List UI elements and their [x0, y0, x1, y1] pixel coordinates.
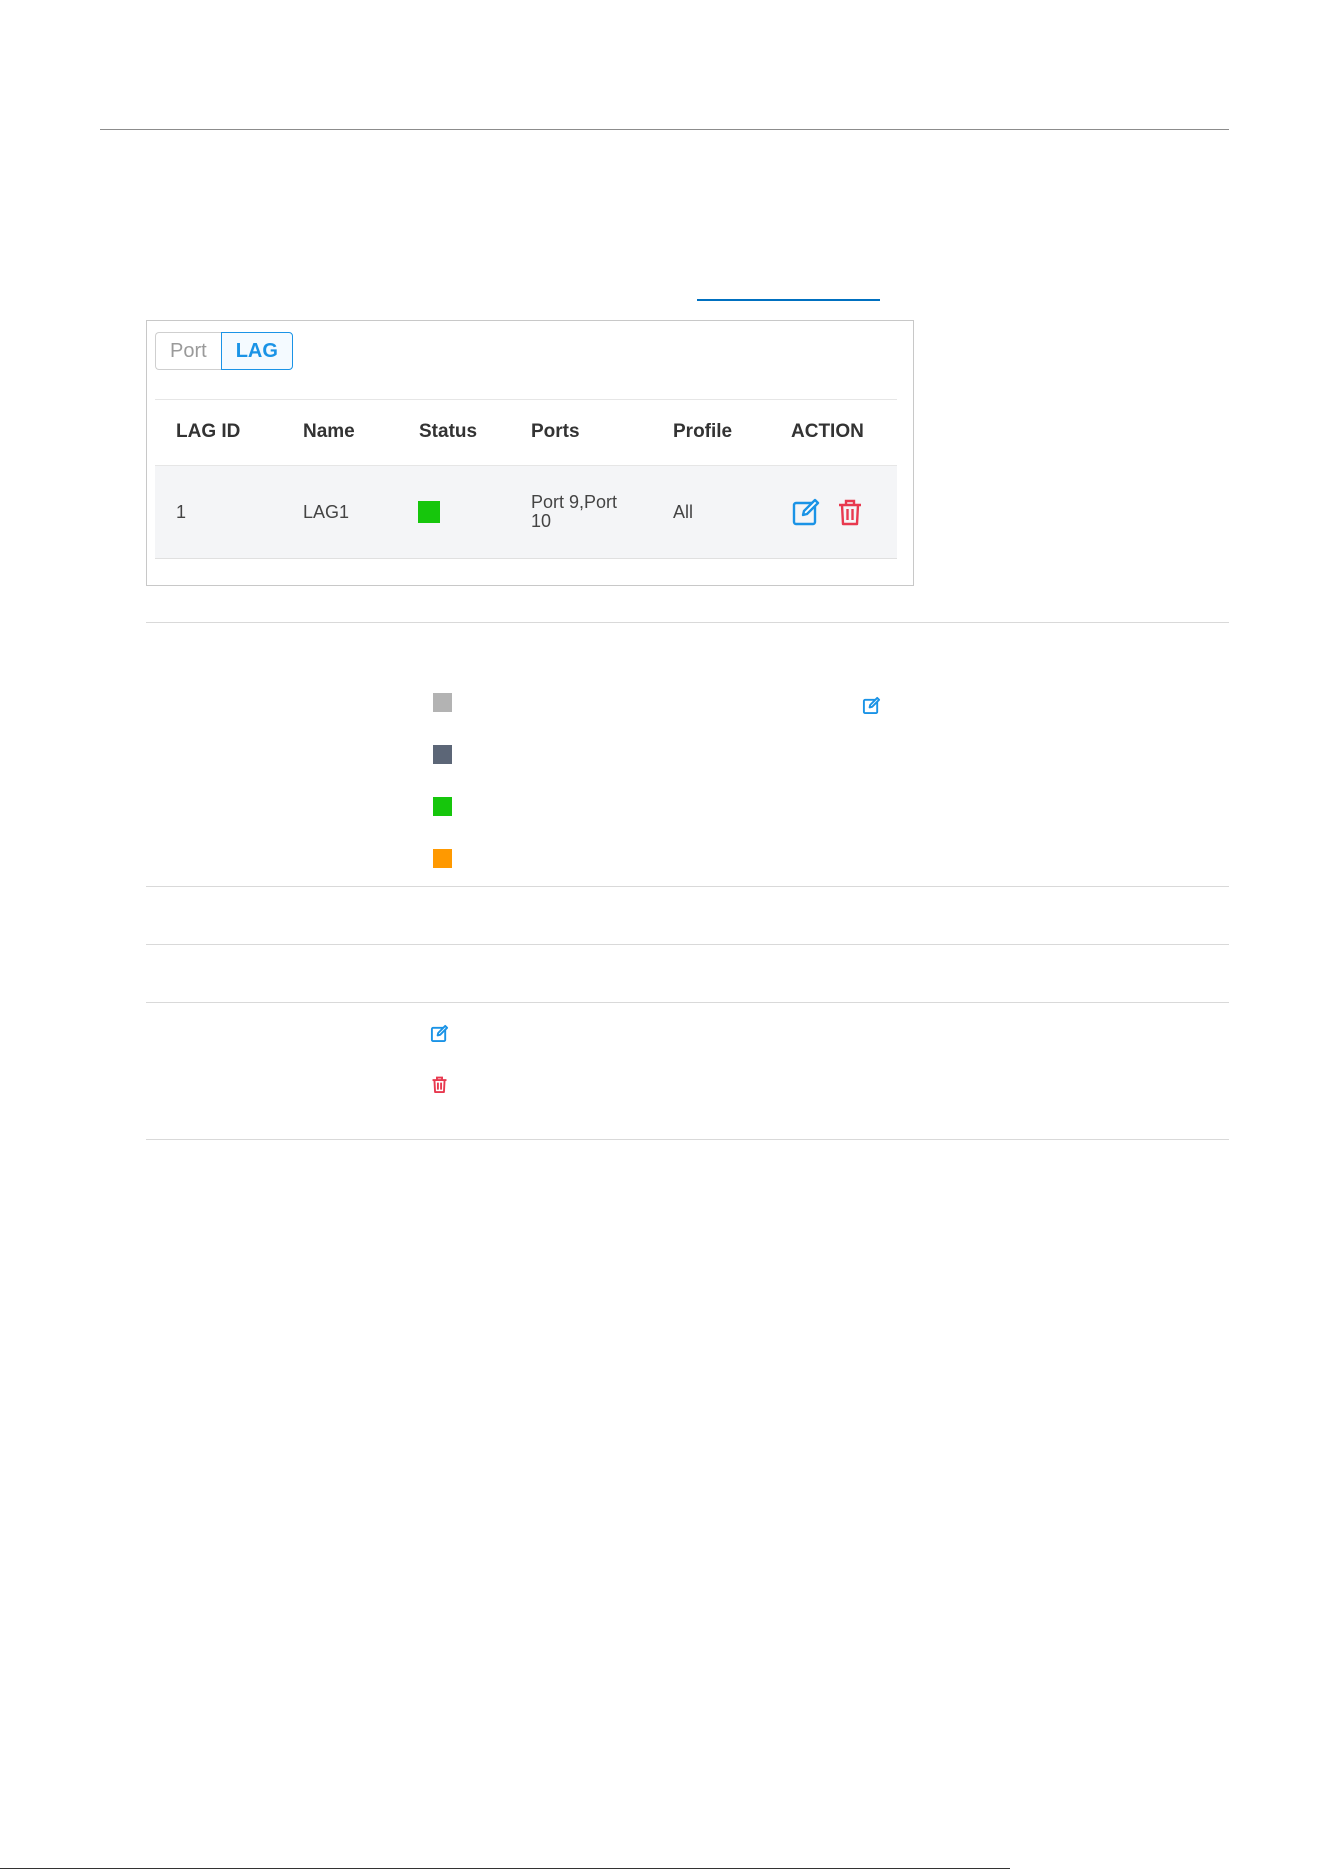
- legend-green-square: [433, 797, 452, 816]
- cell-action: [791, 466, 865, 558]
- hyperlink-underline[interactable]: [697, 299, 880, 301]
- divider: [146, 886, 1229, 887]
- edit-icon: [430, 1024, 449, 1043]
- header-status: Status: [419, 421, 478, 442]
- cell-profile: All: [673, 501, 694, 522]
- header-name: Name: [303, 421, 355, 442]
- tab-group: Port LAG: [155, 332, 293, 370]
- legend-orange-square: [433, 849, 452, 868]
- cell-name: LAG1: [303, 501, 350, 522]
- cell-ports: Port 9,Port 10: [531, 466, 641, 558]
- delete-icon[interactable]: [835, 497, 865, 527]
- cell-lag-id: 1: [176, 501, 187, 522]
- tab-port[interactable]: Port: [155, 332, 221, 370]
- header-action: ACTION: [791, 421, 864, 442]
- lag-screenshot-panel: Port LAG LAG ID Name Status Ports Profil…: [146, 320, 914, 586]
- status-connected-square: [418, 501, 440, 523]
- table-row: 1 LAG1 Port 9,Port 10 All: [155, 465, 897, 559]
- footer-rule: [0, 1868, 1010, 1869]
- delete-icon: [432, 1076, 447, 1094]
- header-profile: Profile: [673, 421, 733, 442]
- header-lag-id: LAG ID: [176, 421, 241, 442]
- cell-status: [418, 466, 440, 558]
- legend-dark-gray-square: [433, 745, 452, 764]
- top-rule: [100, 129, 1229, 130]
- divider: [146, 1002, 1229, 1003]
- header-ports: Ports: [531, 421, 580, 442]
- tab-lag[interactable]: LAG: [220, 332, 293, 370]
- divider: [146, 622, 1229, 623]
- edit-icon: [862, 696, 881, 715]
- edit-icon[interactable]: [791, 497, 821, 527]
- divider: [146, 944, 1229, 945]
- divider: [146, 1139, 1229, 1140]
- table-header: LAG ID Name Status Ports Profile ACTION: [155, 400, 897, 464]
- legend-gray-square: [433, 693, 452, 712]
- ports-value: Port 9,Port 10: [531, 492, 618, 531]
